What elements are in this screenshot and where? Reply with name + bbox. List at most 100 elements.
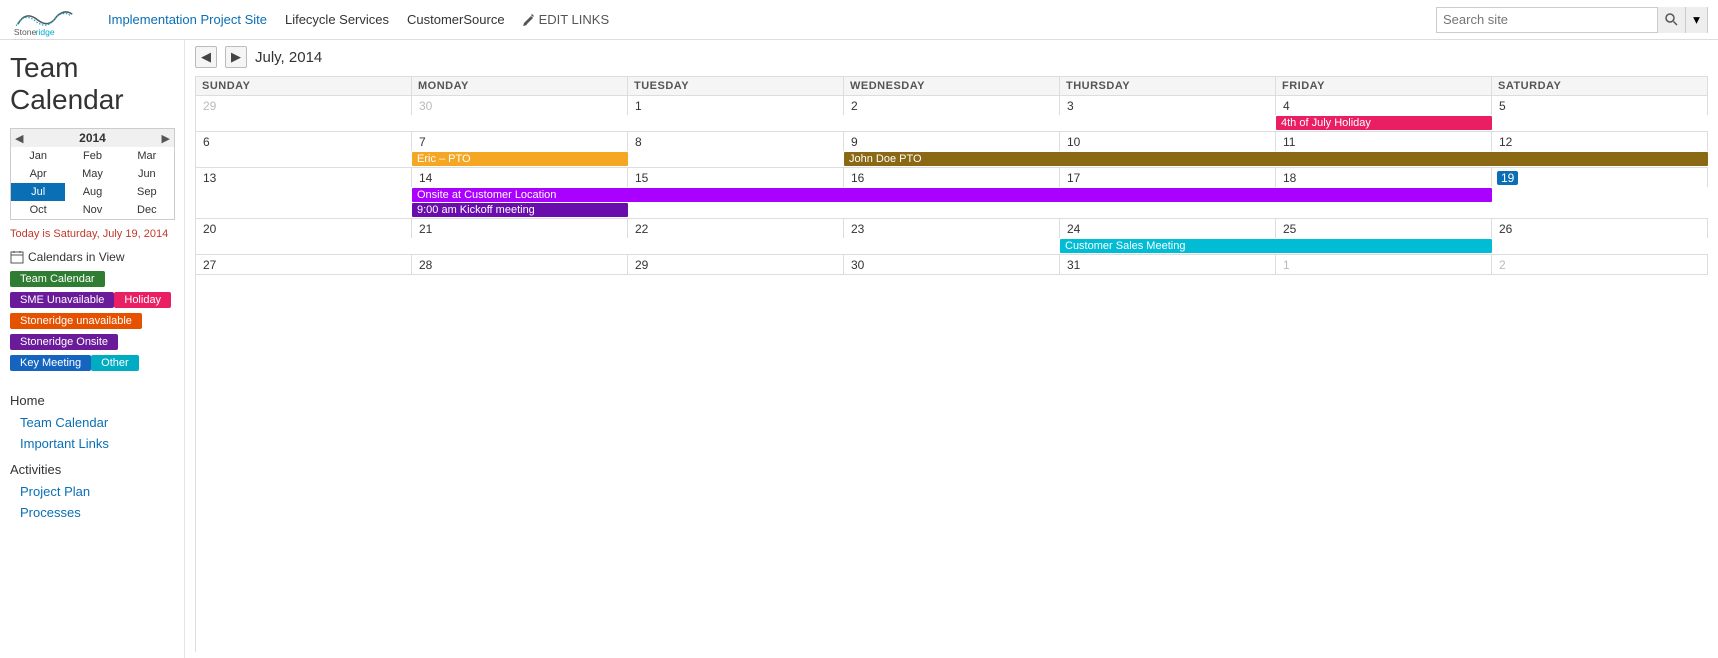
date-num: 5 (1497, 99, 1508, 113)
sidenav: Home Team Calendar Important Links Activ… (0, 381, 184, 531)
date-num: 13 (201, 171, 218, 185)
cal-badge-stoneridge-onsite[interactable]: Stoneridge Onsite (10, 334, 118, 350)
date-num: 10 (1065, 135, 1082, 149)
mini-cal-next[interactable]: ▶ (162, 132, 170, 145)
cal-prev-button[interactable]: ◀ (195, 46, 217, 68)
activities-label: Activities (0, 458, 184, 481)
mini-cal-header: ◀ 2014 ▶ (11, 129, 174, 147)
search-button[interactable] (1657, 7, 1685, 33)
top-navigation: Stoneridge software Implementation Proje… (0, 0, 1718, 40)
mini-month-oct[interactable]: Oct (11, 201, 65, 219)
date-num: 18 (1281, 171, 1298, 185)
date-num: 3 (1065, 99, 1076, 113)
site-name[interactable]: Implementation Project Site (108, 12, 267, 27)
mini-month-nov[interactable]: Nov (65, 201, 119, 219)
date-num: 17 (1065, 171, 1082, 185)
mini-month-aug[interactable]: Aug (65, 183, 119, 201)
mini-month-may[interactable]: May (65, 165, 119, 183)
week-row-4: 272829303112 (196, 255, 1708, 275)
calendar-event[interactable]: John Doe PTO (844, 152, 1708, 166)
logo: Stoneridge software (10, 0, 80, 40)
today-text: Today is Saturday, July 19, 2014 (0, 224, 184, 244)
mini-month-jan[interactable]: Jan (11, 147, 65, 165)
svg-text:ridge: ridge (36, 27, 55, 37)
date-num: 29 (633, 258, 650, 272)
week-row-0: 2930123454th of July Holiday (196, 96, 1708, 132)
search-dropdown-button[interactable]: ▾ (1685, 7, 1707, 33)
date-num: 16 (849, 171, 866, 185)
date-num: 6 (201, 135, 212, 149)
date-num: 14 (417, 171, 434, 185)
calendar-event[interactable]: Customer Sales Meeting (1060, 239, 1492, 253)
sidenav-project-plan[interactable]: Project Plan (0, 481, 184, 502)
date-num: 4 (1281, 99, 1292, 113)
calendar-navigation: ◀ ▶ July, 2014 (195, 46, 1708, 68)
date-num: 27 (201, 258, 218, 272)
date-num: 25 (1281, 222, 1298, 236)
mini-month-jun[interactable]: Jun (120, 165, 174, 183)
date-num: 29 (201, 99, 218, 113)
mini-month-sep[interactable]: Sep (120, 183, 174, 201)
cal-badge-team-calendar[interactable]: Team Calendar (10, 271, 105, 287)
day-header-sunday: SUNDAY (196, 77, 412, 95)
search-box: ▾ (1436, 7, 1708, 33)
main-layout: Team Calendar ◀ 2014 ▶ JanFebMarAprMayJu… (0, 40, 1718, 658)
week-row-2: 13141516171819Onsite at Customer Locatio… (196, 168, 1708, 219)
pencil-icon (523, 14, 535, 26)
mini-month-jul[interactable]: Jul (11, 183, 65, 201)
calendar-event[interactable]: Eric – PTO (412, 152, 628, 166)
date-num: 2 (1497, 258, 1508, 272)
calendar-event[interactable]: 9:00 am Kickoff meeting (412, 203, 628, 217)
nav-customersource[interactable]: CustomerSource (407, 12, 505, 27)
calendars-in-view: Calendars in View Team CalendarSME Unava… (0, 244, 184, 381)
calendar-event[interactable]: 4th of July Holiday (1276, 116, 1492, 130)
date-num: 26 (1497, 222, 1514, 236)
week-row-1: 6789101112Eric – PTOJohn Doe PTO (196, 132, 1708, 168)
mini-cal-year: 2014 (79, 131, 106, 145)
calendar-body: 2930123454th of July Holiday6789101112Er… (196, 96, 1708, 652)
date-num: 23 (849, 222, 866, 236)
date-num: 24 (1065, 222, 1082, 236)
date-num: 20 (201, 222, 218, 236)
mini-month-dec[interactable]: Dec (120, 201, 174, 219)
calendar-grid: SUNDAYMONDAYTUESDAYWEDNESDAYTHURSDAYFRID… (195, 76, 1708, 652)
nav-lifecycle[interactable]: Lifecycle Services (285, 12, 389, 27)
cal-badge-holiday[interactable]: Holiday (114, 292, 171, 308)
edit-links[interactable]: EDIT LINKS (523, 12, 610, 27)
cal-badge-other[interactable]: Other (91, 355, 139, 371)
date-num: 30 (849, 258, 866, 272)
calendar-event[interactable]: Onsite at Customer Location (412, 188, 1492, 202)
sidenav-important-links[interactable]: Important Links (0, 433, 184, 454)
cal-badge-stoneridge-unavailable[interactable]: Stoneridge unavailable (10, 313, 142, 329)
date-num: 21 (417, 222, 434, 236)
today-date: Saturday, July 19, 2014 (53, 228, 168, 240)
date-num: 1 (1281, 258, 1292, 272)
day-header-monday: MONDAY (412, 77, 628, 95)
cal-next-button[interactable]: ▶ (225, 46, 247, 68)
date-num: 15 (633, 171, 650, 185)
cal-badges: Team Calendar SME UnavailableHoliday Stone… (10, 270, 174, 375)
calendar-area: ◀ ▶ July, 2014 SUNDAYMONDAYTUESDAYWEDNES… (185, 40, 1718, 658)
mini-month-apr[interactable]: Apr (11, 165, 65, 183)
day-header-tuesday: TUESDAY (628, 77, 844, 95)
date-num: 22 (633, 222, 650, 236)
day-header-saturday: SATURDAY (1492, 77, 1708, 95)
cal-badge-key-meeting[interactable]: Key Meeting (10, 355, 91, 371)
sidenav-team-calendar[interactable]: Team Calendar (0, 412, 184, 433)
mini-cal-grid: JanFebMar AprMayJun JulAugSep OctNovDec (11, 147, 174, 219)
date-num: 8 (633, 135, 644, 149)
cal-badge-sme-unavailable[interactable]: SME Unavailable (10, 292, 114, 308)
mini-month-mar[interactable]: Mar (120, 147, 174, 165)
date-num: 7 (417, 135, 428, 149)
search-input[interactable] (1437, 10, 1657, 29)
day-header-wednesday: WEDNESDAY (844, 77, 1060, 95)
date-num: 28 (417, 258, 434, 272)
page-title: Team Calendar (0, 48, 184, 124)
date-num: 12 (1497, 135, 1514, 149)
calendar-header-row: SUNDAYMONDAYTUESDAYWEDNESDAYTHURSDAYFRID… (196, 77, 1708, 96)
sidenav-processes[interactable]: Processes (0, 502, 184, 523)
calendar-month-label: July, 2014 (255, 49, 322, 66)
mini-month-feb[interactable]: Feb (65, 147, 119, 165)
day-header-thursday: THURSDAY (1060, 77, 1276, 95)
mini-cal-prev[interactable]: ◀ (15, 132, 23, 145)
